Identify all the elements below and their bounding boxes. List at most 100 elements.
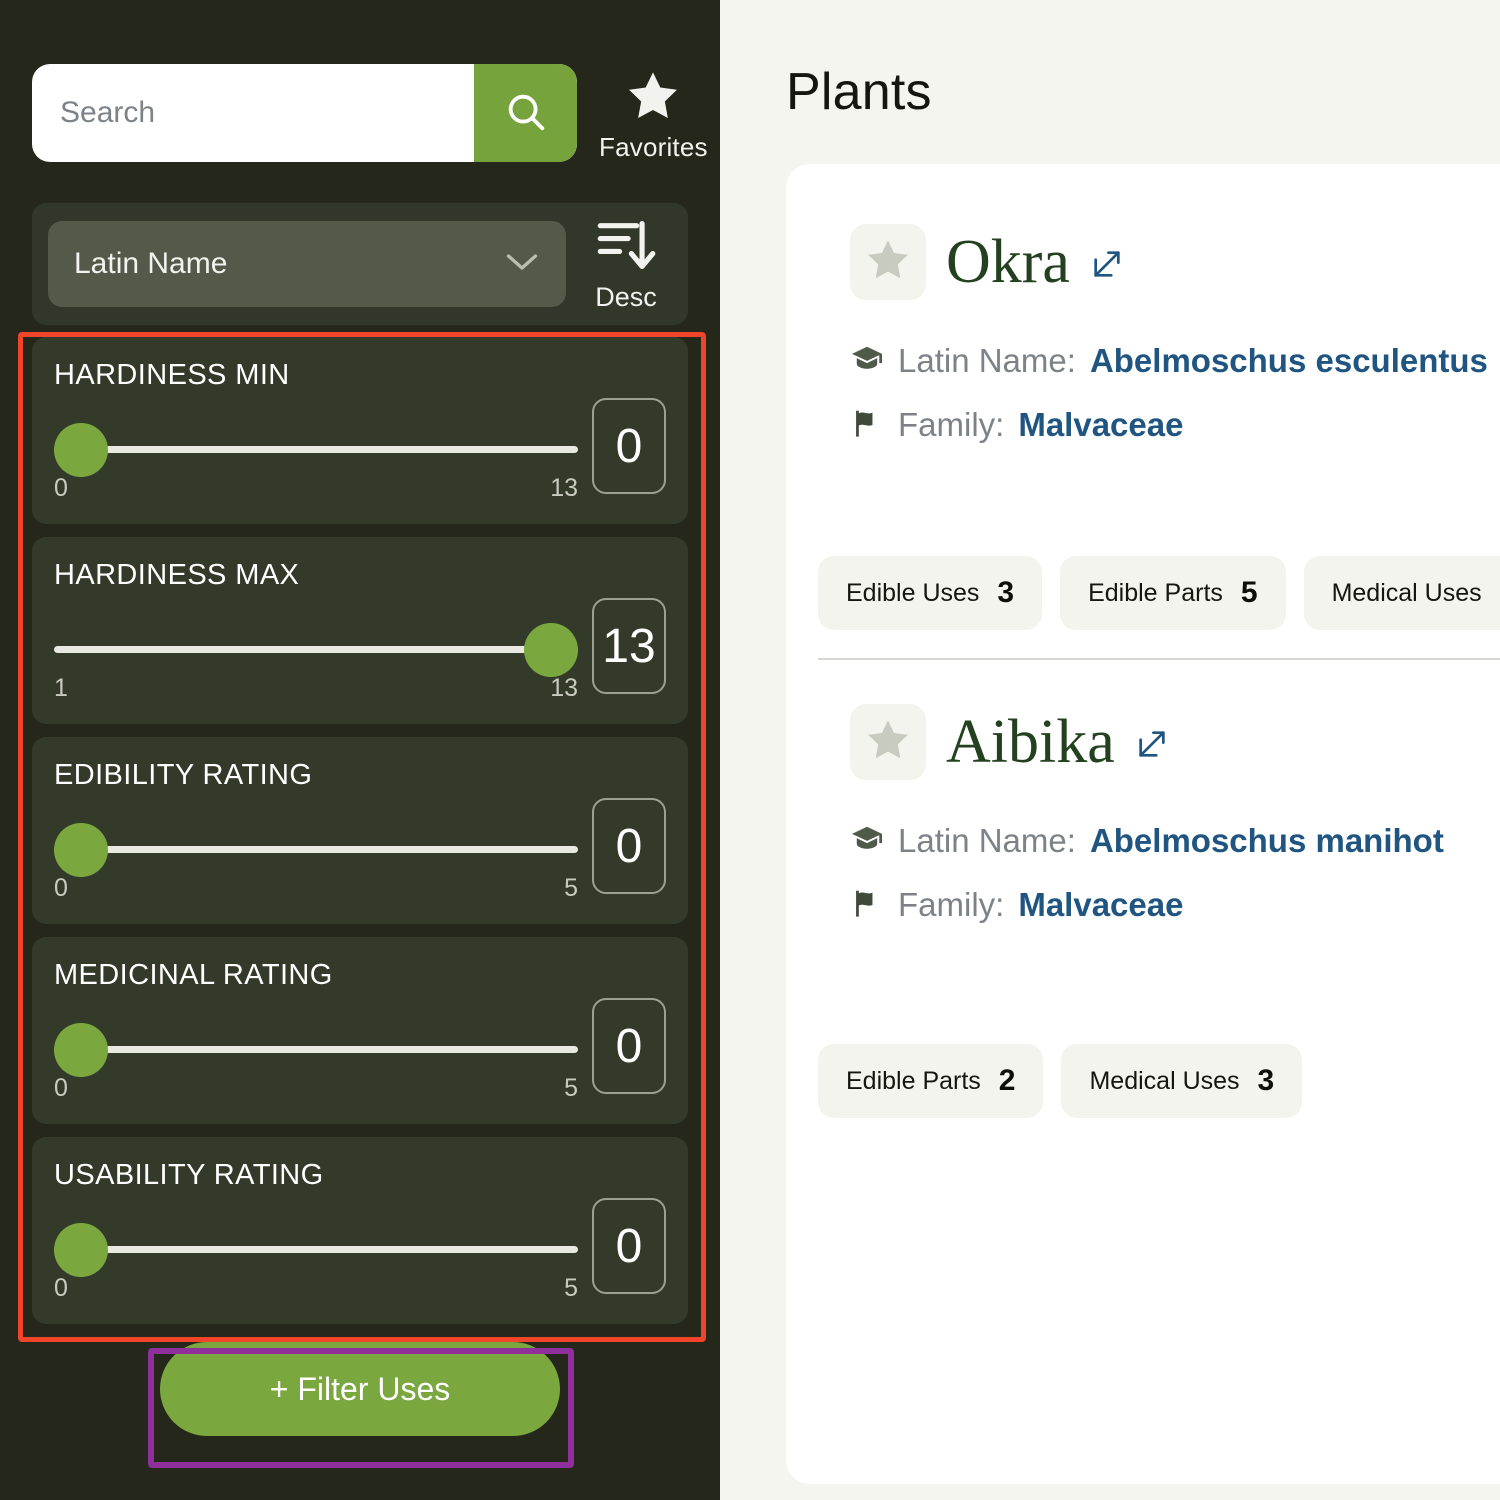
- slider-control[interactable]: 0 13: [54, 400, 578, 502]
- slider-thumb[interactable]: [54, 1023, 108, 1077]
- slider-value: 0: [592, 398, 666, 494]
- plant-header: Okra: [850, 224, 1500, 300]
- slider-value: 0: [592, 1198, 666, 1294]
- slider-control[interactable]: 1 13: [54, 600, 578, 702]
- plant-chip-row: Edible Uses 3 Edible Parts 5 Medical Use…: [786, 556, 1500, 630]
- plant-latin-name-row: Latin Name: Abelmoschus esculentus: [850, 342, 1500, 380]
- plant-latin-name-row: Latin Name: Abelmoschus manihot: [850, 822, 1500, 860]
- plant-external-link[interactable]: [1135, 719, 1169, 766]
- slider-track: [54, 846, 578, 853]
- slider-track: [54, 1046, 578, 1053]
- plant-name: Okra: [946, 228, 1070, 296]
- slider-title: HARDINESS MIN: [54, 359, 290, 391]
- graduation-cap-icon: [850, 344, 884, 379]
- external-link-icon: [1135, 727, 1169, 766]
- plant-entry-aibika: Aibika Latin Name: Abelmoschus manihot F…: [786, 704, 1500, 924]
- chip-medical-uses[interactable]: Medical Uses 3: [1061, 1044, 1303, 1118]
- slider-min-label: 0: [54, 1074, 68, 1102]
- plant-latin-name-label: Latin Name:: [898, 822, 1076, 859]
- chip-count: 3: [997, 576, 1015, 609]
- slider-usability-rating: USABILITY RATING 0 5 0: [32, 1137, 688, 1324]
- chip-count: 3: [1257, 1064, 1275, 1097]
- favorite-toggle[interactable]: [850, 704, 926, 780]
- slider-track: [54, 646, 578, 653]
- plant-divider: [818, 658, 1500, 660]
- flag-icon: [850, 408, 884, 443]
- slider-max-label: 5: [564, 874, 578, 902]
- slider-thumb[interactable]: [524, 623, 578, 677]
- slider-control[interactable]: 0 5: [54, 1000, 578, 1102]
- slider-title: USABILITY RATING: [54, 1159, 324, 1191]
- filter-sidebar: Favorites Latin Name: [0, 0, 720, 1500]
- chip-count: 2: [998, 1064, 1016, 1097]
- chip-label: Edible Parts: [1088, 578, 1223, 607]
- plant-name: Aibika: [946, 708, 1115, 776]
- slider-value: 0: [592, 798, 666, 894]
- sort-descending-icon: [593, 215, 659, 280]
- slider-thumb[interactable]: [54, 423, 108, 477]
- chip-label: Edible Uses: [846, 578, 980, 607]
- sort-field-value: Latin Name: [74, 247, 228, 280]
- plant-family-label: Family:: [898, 886, 1005, 923]
- sort-direction-label: Desc: [595, 282, 657, 312]
- page-title: Plants: [786, 63, 932, 121]
- main-content: Plants Okra Latin Name: Abelmoschus escu…: [720, 0, 1500, 1500]
- slider-value: 0: [592, 998, 666, 1094]
- favorites-button[interactable]: Favorites: [599, 63, 708, 163]
- slider-control[interactable]: 0 5: [54, 1200, 578, 1302]
- plant-meta-list: Latin Name: Abelmoschus manihot Family: …: [850, 822, 1500, 924]
- slider-thumb[interactable]: [54, 823, 108, 877]
- slider-min-label: 0: [54, 474, 68, 502]
- star-icon: [863, 236, 913, 289]
- slider-filters-group: HARDINESS MIN 0 13 0 HARDINESS MAX 1 13 …: [32, 337, 688, 1324]
- flag-icon: [850, 888, 884, 923]
- sort-panel: Latin Name Desc: [32, 203, 688, 325]
- plant-entry-okra: Okra Latin Name: Abelmoschus esculentus …: [786, 224, 1500, 444]
- star-icon: [863, 716, 913, 769]
- plant-chip-row: Edible Parts 2 Medical Uses 3: [786, 1044, 1500, 1118]
- app-root: Favorites Latin Name: [0, 0, 1500, 1500]
- slider-hardiness-max: HARDINESS MAX 1 13 13: [32, 537, 688, 724]
- slider-medicinal-rating: MEDICINAL RATING 0 5 0: [32, 937, 688, 1124]
- filter-uses-wrap: + Filter Uses: [0, 1342, 720, 1436]
- slider-title: EDIBILITY RATING: [54, 759, 313, 791]
- chip-label: Medical Uses: [1089, 1066, 1240, 1095]
- slider-title: HARDINESS MAX: [54, 559, 300, 591]
- slider-thumb[interactable]: [54, 1223, 108, 1277]
- plant-family-value[interactable]: Malvaceae: [1018, 406, 1183, 444]
- filter-uses-button[interactable]: + Filter Uses: [160, 1342, 560, 1436]
- chip-edible-parts[interactable]: Edible Parts 2: [818, 1044, 1044, 1118]
- favorite-toggle[interactable]: [850, 224, 926, 300]
- sort-direction-toggle[interactable]: Desc: [580, 215, 672, 313]
- plant-header: Aibika: [850, 704, 1500, 780]
- chevron-down-icon: [504, 251, 540, 278]
- slider-max-label: 13: [550, 474, 578, 502]
- slider-min-label: 0: [54, 1274, 68, 1302]
- plant-external-link[interactable]: [1090, 239, 1124, 286]
- plant-latin-name-value[interactable]: Abelmoschus manihot: [1090, 822, 1444, 860]
- slider-max-label: 13: [550, 674, 578, 702]
- chip-edible-uses[interactable]: Edible Uses 3: [818, 556, 1043, 630]
- plants-results-card: Okra Latin Name: Abelmoschus esculentus …: [786, 164, 1500, 1484]
- chip-edible-parts[interactable]: Edible Parts 5: [1060, 556, 1286, 630]
- plant-family-row: Family: Malvaceae: [850, 406, 1500, 444]
- plant-latin-name-label: Latin Name:: [898, 342, 1076, 379]
- search-input[interactable]: [32, 64, 474, 162]
- slider-edibility-rating: EDIBILITY RATING 0 5 0: [32, 737, 688, 924]
- slider-track: [54, 446, 578, 453]
- search-button[interactable]: [474, 64, 577, 162]
- chip-count: 5: [1240, 576, 1258, 609]
- search-box: [32, 64, 577, 162]
- plant-family-value[interactable]: Malvaceae: [1018, 886, 1183, 924]
- slider-min-label: 1: [54, 674, 68, 702]
- search-row: Favorites: [0, 0, 720, 163]
- slider-control[interactable]: 0 5: [54, 800, 578, 902]
- favorites-label: Favorites: [599, 132, 708, 162]
- plant-family-row: Family: Malvaceae: [850, 886, 1500, 924]
- plant-meta-list: Latin Name: Abelmoschus esculentus Famil…: [850, 342, 1500, 444]
- chip-medical-uses[interactable]: Medical Uses 7: [1303, 556, 1500, 630]
- star-icon: [623, 67, 683, 130]
- sort-field-select[interactable]: Latin Name: [48, 221, 566, 307]
- slider-max-label: 5: [564, 1274, 578, 1302]
- plant-latin-name-value[interactable]: Abelmoschus esculentus: [1090, 342, 1488, 380]
